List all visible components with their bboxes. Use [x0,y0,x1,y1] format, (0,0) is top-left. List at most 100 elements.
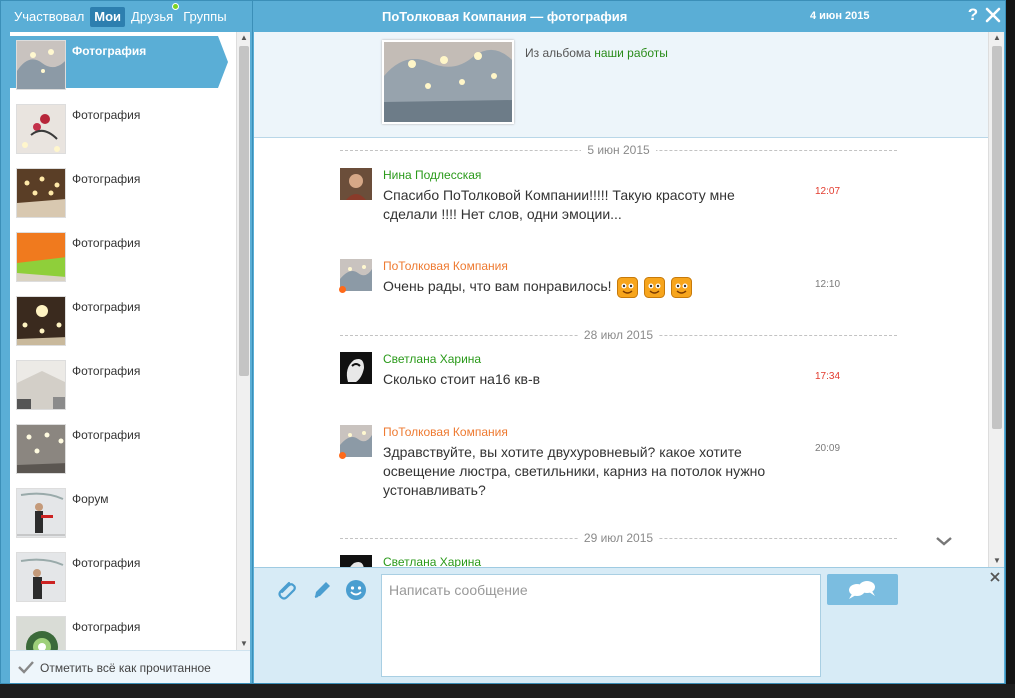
message-text: Сколько стоит на16 кв-в [383,371,541,387]
scroll-down-icon[interactable]: ▼ [237,638,251,650]
list-item-thumbnail [16,296,66,346]
message-input[interactable] [381,574,821,677]
list-item-label: Фотография [72,44,147,58]
panel-divider [252,0,253,684]
chat-area: Из альбома наши работы 5 июн 2015 Нина П… [254,32,1004,567]
smiley-icon [346,580,366,600]
help-button[interactable]: ? [964,5,982,25]
mark-all-read-label: Отметить всё как прочитанное [40,661,211,675]
tab-participated[interactable]: Участвовал [10,7,88,27]
album-info: Из альбома наши работы [525,46,668,60]
list-item[interactable]: Форум [10,484,236,540]
discussion-tabs: Участвовал Мои Друзья Группы [10,3,231,27]
list-item[interactable]: Фотография [10,36,236,92]
paperclip-icon [278,581,296,600]
album-link[interactable]: наши работы [594,46,668,60]
message: ПоТолковая Компания Здравствуйте, вы хот… [339,425,900,505]
list-item-thumbnail [16,552,66,602]
list-item[interactable]: Фотография [10,164,236,220]
scroll-to-latest-button[interactable] [934,532,954,550]
smiley-emoji-icon [617,277,639,298]
message-text: Очень рады, что вам понравилось! [383,278,612,295]
online-status-icon [339,286,346,293]
message-text: Спасибо ПоТолковой Компании!!!!! Такую к… [383,187,735,222]
close-button[interactable] [983,4,1003,26]
scroll-down-icon[interactable]: ▼ [990,555,1004,567]
list-item-label: Фотография [72,108,141,122]
message-author[interactable]: Светлана Харина [383,555,481,567]
list-item[interactable]: Фотография [10,612,236,650]
scrollbar-thumb[interactable] [992,46,1002,429]
date-separator: 29 июл 2015 [340,531,897,545]
topic-header: Из альбома наши работы [254,32,988,138]
attach-button[interactable] [274,578,298,602]
tab-mine[interactable]: Мои [90,7,126,27]
message-time: 17:34 [815,371,841,382]
message-author[interactable]: ПоТолковая Компания [383,259,508,273]
send-button[interactable] [827,574,898,605]
chat-scrollbar[interactable]: ▲ ▼ [988,32,1004,567]
message-composer [254,567,1004,683]
list-item[interactable]: Фотография [10,292,236,348]
list-item-thumbnail [16,232,66,282]
list-item-thumbnail [16,40,66,90]
emoji-button[interactable] [344,578,368,602]
avatar[interactable] [340,352,372,384]
message-author[interactable]: Светлана Харина [383,352,481,366]
discussion-list: Фотография Фотография Фотография Фотогра… [10,32,250,650]
list-item-label: Фотография [72,300,141,314]
list-item-label: Фотография [72,236,141,250]
mark-all-read-button[interactable]: Отметить всё как прочитанное [10,650,250,683]
list-item[interactable]: Фотография [10,228,236,284]
window-header: Участвовал Мои Друзья Группы ПоТолковая … [0,0,1006,32]
smiley-emoji-icon [671,277,693,298]
checkmark-icon [18,661,34,674]
date-separator-label: 5 июн 2015 [581,143,656,157]
tab-groups[interactable]: Группы [179,7,230,27]
avatar[interactable] [340,168,372,200]
message-time: 12:07 [815,186,841,197]
list-item-thumbnail [16,616,66,650]
draw-button[interactable] [310,578,334,602]
tab-friends[interactable]: Друзья [127,3,180,27]
topic-photo[interactable] [382,40,514,124]
background-strip-right [1006,0,1015,698]
date-separator: 5 июн 2015 [340,143,897,157]
list-item-label: Фотография [72,428,141,442]
close-icon [985,7,1001,23]
list-item-label: Фотография [72,172,141,186]
composer-close-button[interactable] [989,570,1001,582]
close-icon [990,572,1000,582]
chevron-down-icon [936,537,952,546]
chat-title: ПоТолковая Компания — фотография [382,9,628,24]
selection-arrow [218,36,228,88]
avatar[interactable] [340,555,372,567]
list-item-thumbnail [16,424,66,474]
scrollbar-thumb[interactable] [239,46,249,376]
list-item-label: Фотография [72,620,141,634]
list-item[interactable]: Фотография [10,100,236,156]
discussion-list-scrollbar[interactable]: ▲ ▼ [236,32,250,650]
smiley-emoji-icon [644,277,666,298]
tab-friends-label: Друзья [131,9,174,24]
date-separator: 28 июл 2015 [340,328,897,342]
online-indicator-icon [172,3,180,10]
list-item[interactable]: Фотография [10,548,236,604]
list-item-label: Фотография [72,556,141,570]
list-item[interactable]: Фотография [10,420,236,476]
list-item-label: Фотография [72,364,141,378]
date-separator-label: 29 июл 2015 [577,531,660,545]
scroll-up-icon[interactable]: ▲ [237,32,251,44]
scroll-up-icon[interactable]: ▲ [990,32,1004,44]
message-author[interactable]: Нина Подлесская [383,168,481,182]
chat-date: 4 июн 2015 [810,10,870,22]
message: Нина Подлесская Спасибо ПоТолковой Компа… [340,168,900,228]
album-prefix: Из альбома [525,46,591,60]
message-author[interactable]: ПоТолковая Компания [383,425,508,439]
list-item-thumbnail [16,104,66,154]
date-separator-label: 28 июл 2015 [577,328,660,342]
list-item[interactable]: Фотография [10,356,236,412]
online-status-icon [339,452,346,459]
list-item-thumbnail [16,488,66,538]
message-time: 20:09 [815,443,841,454]
